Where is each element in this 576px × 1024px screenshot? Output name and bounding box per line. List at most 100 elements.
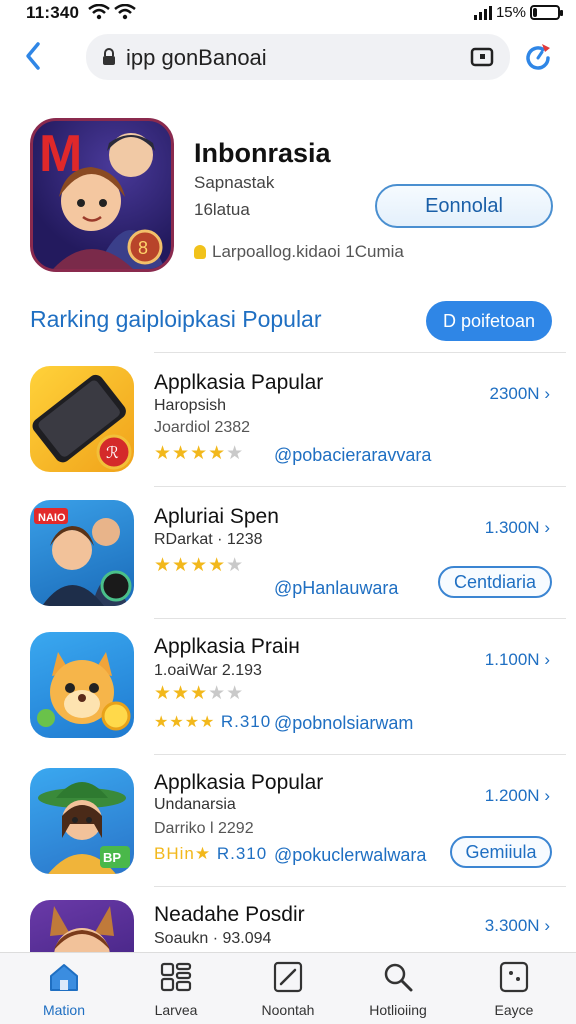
app-category: Haropsish <box>154 397 227 414</box>
tab-label: Larvea <box>154 1002 198 1018</box>
list-item[interactable]: Applkasia Praiн 1.oaiWar 2.193 ★★★★★ ★★★… <box>0 618 576 750</box>
back-arrow-icon[interactable] <box>20 38 48 74</box>
app-name: Applkasia Popular <box>154 771 324 794</box>
svg-text:NAIO: NAIO <box>38 512 66 524</box>
battery-level <box>533 8 537 17</box>
chevron-right-icon: › <box>544 650 550 669</box>
app-icon[interactable] <box>30 632 134 738</box>
app-size[interactable]: 2300N › <box>489 384 550 404</box>
tab-more[interactable]: Eayce <box>466 961 562 1018</box>
refresh-icon[interactable] <box>520 40 556 76</box>
tab-label: Hotlioiing <box>369 1002 427 1018</box>
app-icon[interactable] <box>30 900 134 952</box>
app-meta: Soaukn · 93.094 <box>154 930 272 947</box>
tab-search[interactable]: Hotlioiing <box>350 961 446 1018</box>
app-action-button[interactable]: Centdiaria <box>438 566 552 598</box>
tab-home[interactable]: Mation <box>16 961 112 1018</box>
divider <box>154 886 566 887</box>
app-name: Neadahe Posdir <box>154 903 305 926</box>
home-icon <box>50 964 78 991</box>
edit-icon <box>273 961 303 993</box>
app-category: Undanarsia <box>154 796 236 813</box>
status-bar: 11:340 15% <box>0 0 576 26</box>
hero-info-text: Larpoallog.kidaoi 1Cumia <box>212 242 404 261</box>
chevron-right-icon: › <box>544 384 550 403</box>
rating-badge: BHin★ <box>154 844 212 863</box>
app-icon[interactable]: NAIO <box>30 500 134 606</box>
list-item[interactable]: BP Applkasia Popular Undanarsia Darriko … <box>0 754 576 886</box>
battery-percent: 15% <box>495 4 526 21</box>
star-rating: BHin★ R.310 <box>154 844 267 864</box>
app-action-button[interactable]: Gemiiula <box>450 836 552 868</box>
app-developer[interactable]: @pHanlauwara <box>274 578 398 599</box>
app-developer[interactable]: @pobacieraravvara <box>274 445 431 466</box>
list-item[interactable]: NAIO Apluriai Spen RDarkat · 1238 ★★★★★ … <box>0 486 576 618</box>
app-size-text: 1.200N <box>484 786 540 805</box>
wifi-icon <box>114 4 136 20</box>
hero-app-icon[interactable]: M 8 <box>30 118 174 272</box>
section-title: Rarking gaiploipkasi Popular <box>30 306 322 332</box>
app-size-text: 2300N <box>489 384 540 403</box>
app-size[interactable]: 3.300N › <box>485 916 550 936</box>
star-rating: ★★★★★ <box>154 443 245 464</box>
status-right: 15% <box>473 4 563 21</box>
app-size-text: 3.300N <box>484 916 540 935</box>
hero-app-subtitle: Sapnastak <box>194 173 275 192</box>
bottom-tab-bar: Mation Larvea Noontah Hotlioiing Eayce <box>0 952 576 1024</box>
hero-app-meta: 16latua <box>194 200 250 219</box>
divider <box>154 618 566 619</box>
divider <box>154 754 566 755</box>
list-item[interactable]: Neadahe Posdir Soaukn · 93.094 3.300N › <box>0 886 576 952</box>
app-icon[interactable]: ℛ <box>30 366 134 472</box>
app-size-text: 1.100N <box>484 650 540 669</box>
app-meta: Darriko l 2292 <box>154 820 254 837</box>
star-rating: ★★★★★ <box>154 555 245 576</box>
app-meta: RDarkat · 1238 <box>154 531 263 548</box>
list-item[interactable]: ℛ Applkasia Papular Haropsish Joardiol 2… <box>0 352 576 484</box>
chevron-right-icon: › <box>544 916 550 935</box>
tab-label: Mation <box>42 1002 86 1018</box>
app-size[interactable]: 1.300N › <box>485 518 550 538</box>
app-name: Apluriai Spen <box>154 505 279 528</box>
address-bar[interactable]: ipp gonBanoai <box>86 34 510 80</box>
signal-icon <box>473 5 492 20</box>
battery-icon <box>530 5 563 20</box>
svg-text:ℛ: ℛ <box>106 445 119 462</box>
divider <box>154 486 566 487</box>
hero-app-title: Inbonrasia <box>194 138 331 168</box>
app-size-text: 1.300N <box>484 518 540 537</box>
status-time: 11:340 <box>26 3 80 22</box>
app-name: Applkasia Papular <box>154 371 324 394</box>
app-size[interactable]: 1.200N › <box>485 786 550 806</box>
tab-edit[interactable]: Noontah <box>240 961 336 1018</box>
top-nav: ipp gonBanoai <box>0 30 576 86</box>
tab-label: Eayce <box>494 1002 534 1018</box>
app-developer[interactable]: @pokuclerwalwara <box>274 845 426 866</box>
tab-list[interactable]: Larvea <box>128 961 224 1018</box>
grid-icon <box>160 962 192 992</box>
app-icon[interactable]: BP <box>30 768 134 874</box>
star-rating-secondary: ★★★★ R.310 <box>154 712 272 731</box>
search-icon <box>384 963 413 992</box>
app-meta: 1.oaiWar 2.193 <box>154 662 262 679</box>
hero-download-button[interactable]: Eonnolal <box>375 184 553 228</box>
lightbulb-icon <box>194 245 206 259</box>
hero-info: Larpoallog.kidaoi 1Cumia <box>194 242 404 262</box>
section-see-all-button[interactable]: D poifetoan <box>426 301 552 341</box>
svg-text:8: 8 <box>138 238 148 258</box>
wifi-icon <box>88 4 110 20</box>
app-size[interactable]: 1.100N › <box>485 650 550 670</box>
apps-icon <box>499 961 529 993</box>
chevron-right-icon: › <box>544 786 550 805</box>
chevron-right-icon: › <box>544 518 550 537</box>
app-developer[interactable]: @pobnolsiarwam <box>274 713 413 734</box>
svg-text:BP: BP <box>103 850 121 865</box>
lock-icon <box>103 48 115 65</box>
tab-label: Noontah <box>261 1002 315 1018</box>
app-meta: Joardiol 2382 <box>154 419 251 436</box>
tabs-icon[interactable] <box>470 46 494 68</box>
rating-text: R.310 <box>220 712 272 731</box>
address-text: ipp gonBanoai <box>126 45 267 70</box>
divider <box>154 352 566 353</box>
star-rating: ★★★★★ <box>154 683 245 704</box>
